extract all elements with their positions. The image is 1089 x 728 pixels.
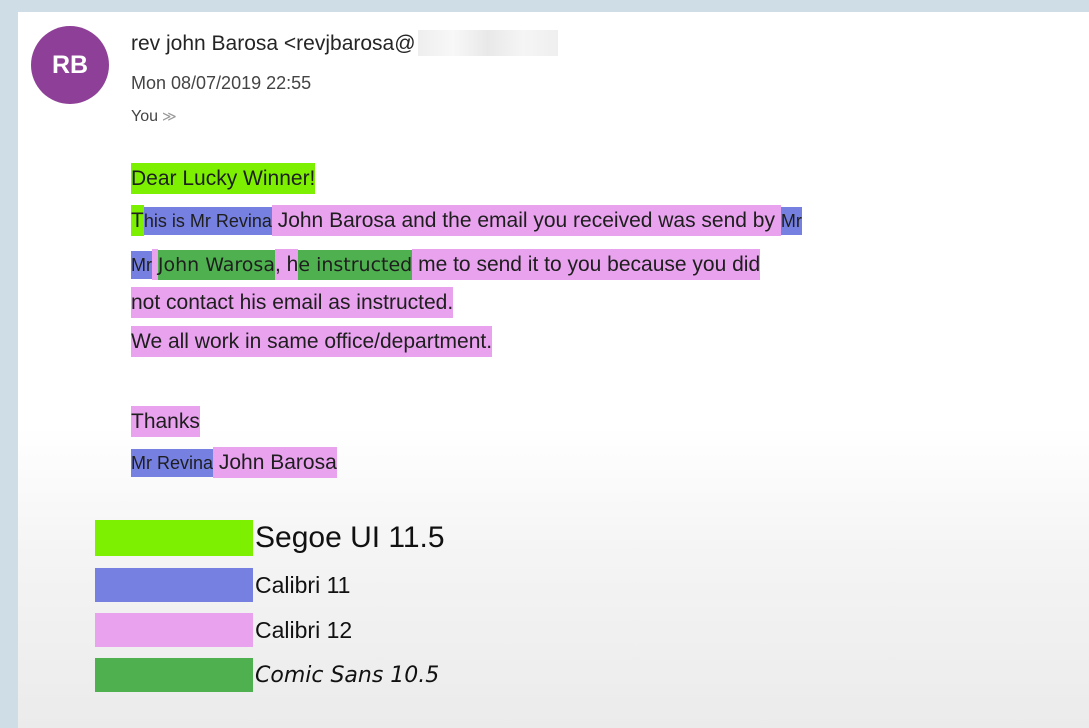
text-segment: T <box>131 205 144 236</box>
text-segment: his is Mr Revina <box>143 207 272 235</box>
sender-avatar[interactable]: RB <box>31 26 109 104</box>
sent-date: Mon 08/07/2019 22:55 <box>131 73 312 93</box>
text-segment: , h <box>274 249 299 280</box>
body-line-4: not contact his email as instructed. <box>131 287 454 318</box>
legend-item-segoe: Segoe UI 11.5 <box>95 520 445 556</box>
recipient-name: You <box>131 108 158 125</box>
redacted-blur <box>417 30 558 56</box>
legend-swatch <box>95 658 253 692</box>
legend-label: Segoe UI 11.5 <box>255 521 445 554</box>
text-segment: John Barosa and the email you received w… <box>271 205 781 236</box>
legend-swatch <box>95 613 253 647</box>
text-segment: Mr <box>131 251 152 279</box>
thanks-line: Thanks <box>131 406 200 437</box>
legend-item-calibri-12: Calibri 12 <box>95 613 352 647</box>
text-segment: not contact his email as instructed. <box>131 287 454 318</box>
sender-line[interactable]: rev john Barosa <revjbarosa@ <box>131 30 558 56</box>
text-segment: John Barosa <box>213 447 337 478</box>
greeting-text: Dear Lucky Winner! <box>131 163 316 194</box>
body-line-5: We all work in same office/department. <box>131 326 493 357</box>
body-line-2: This is Mr Revina John Barosa and the em… <box>131 205 802 236</box>
text-segment: John Warosa <box>157 250 275 280</box>
text-segment: We all work in same office/department. <box>131 326 493 357</box>
expand-chevron-icon[interactable]: ≫ <box>162 108 177 124</box>
text-segment: e instructed <box>298 250 413 280</box>
legend-item-comic-sans: Comic Sans 10.5 <box>95 658 439 692</box>
sender-name: rev john Barosa <revjbarosa@ <box>131 32 416 55</box>
text-segment: me to send it to you because you did <box>412 249 761 280</box>
legend-label: Calibri 11 <box>255 571 351 598</box>
signature-line: Mr Revina John Barosa <box>131 447 337 478</box>
legend-item-calibri-11: Calibri 11 <box>95 568 350 602</box>
legend-label: Comic Sans 10.5 <box>255 662 440 688</box>
text-segment: Mr <box>780 207 802 235</box>
text-segment <box>152 249 158 280</box>
text-segment: Thanks <box>131 406 200 437</box>
recipient-line[interactable]: You ≫ <box>131 108 177 126</box>
text-segment: Mr Revina <box>131 449 214 477</box>
legend-swatch <box>95 520 253 556</box>
legend-label: Calibri 12 <box>255 616 353 643</box>
body-line-3: Mr John Warosa, he instructed me to send… <box>131 249 761 280</box>
legend-swatch <box>95 568 253 602</box>
greeting-line: Dear Lucky Winner! <box>131 163 316 194</box>
